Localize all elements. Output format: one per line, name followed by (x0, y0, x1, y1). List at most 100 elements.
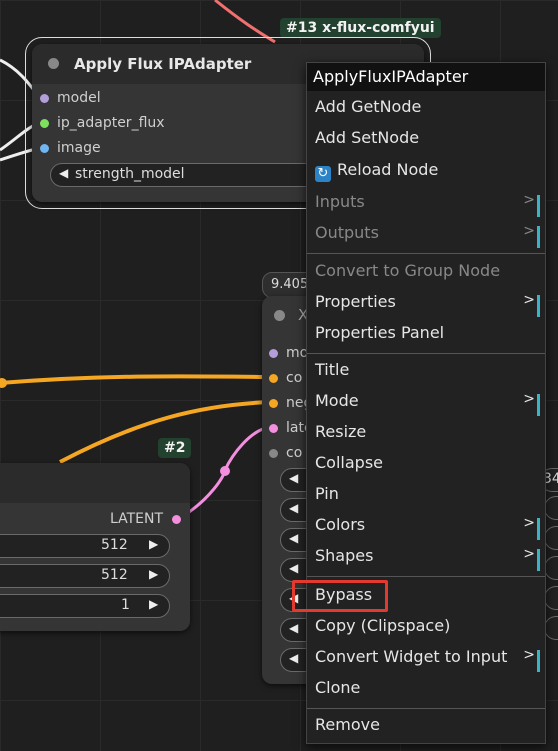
submenu-chevron-icon: > (523, 515, 535, 531)
menu-item-copy-clipspace[interactable]: Copy (Clipspace) (315, 616, 545, 644)
decrement-arrow-icon[interactable]: ◀ (289, 501, 298, 515)
slot-dot-icon[interactable] (269, 399, 278, 408)
context-menu-header: ApplyFluxIPAdapter (307, 63, 545, 91)
right-widget[interactable] (544, 556, 558, 580)
input-slot-ip-adapter[interactable]: ip_adapter_flux (40, 115, 165, 131)
right-widget[interactable] (544, 586, 558, 610)
menu-item-colors[interactable]: Colors > (315, 515, 545, 543)
submenu-indicator (537, 549, 540, 571)
submenu-indicator (537, 650, 540, 672)
node-title: Apply Flux IPAdapter (74, 55, 252, 73)
submenu-chevron-icon: > (523, 223, 535, 239)
reload-icon: ↻ (315, 166, 331, 182)
menu-item-properties[interactable]: Properties > (315, 292, 545, 320)
node-badge-apply: #13 x-flux-comfyui (280, 18, 441, 38)
menu-item-reload-node[interactable]: ↻ Reload Node (315, 160, 545, 188)
collapse-dot-icon[interactable] (274, 310, 285, 321)
menu-item-label: Resize (315, 422, 367, 441)
submenu-indicator (537, 295, 540, 317)
increment-arrow-icon[interactable]: ▶ (149, 567, 158, 581)
widget-value: 512 (101, 567, 128, 583)
menu-item-label: Clone (315, 678, 361, 697)
decrement-arrow-icon[interactable]: ◀ (289, 471, 298, 485)
menu-item-add-getnode[interactable]: Add GetNode (315, 97, 545, 125)
decrement-arrow-icon[interactable]: ◀ (289, 561, 298, 575)
slot-dot-icon[interactable] (172, 515, 181, 524)
height-widget[interactable]: 512 ▶ (0, 564, 170, 588)
context-menu[interactable]: ApplyFluxIPAdapter Add GetNode Add SetNo… (306, 62, 546, 744)
right-widget[interactable] (544, 496, 558, 520)
menu-item-add-setnode[interactable]: Add SetNode (315, 128, 545, 156)
widget-value: 512 (101, 537, 128, 553)
menu-item-convert-widget[interactable]: Convert Widget to Input > (315, 647, 545, 675)
slot-label: LATENT (110, 511, 164, 527)
menu-item-label: Mode (315, 391, 359, 410)
slot-dot-icon[interactable] (40, 119, 49, 128)
menu-item-label: Properties (315, 292, 396, 311)
menu-item-label: Convert Widget to Input (315, 647, 508, 666)
menu-item-label: Properties Panel (315, 323, 445, 342)
menu-item-convert-group-node[interactable]: Convert to Group Node (315, 261, 545, 289)
slot-dot-icon[interactable] (269, 349, 278, 358)
input-slot-positive[interactable]: co (269, 370, 303, 386)
menu-item-clone[interactable]: Clone (315, 678, 545, 706)
input-slot-model[interactable]: model (40, 90, 101, 106)
slot-label: ip_adapter_flux (57, 115, 165, 131)
slot-label: model (57, 90, 101, 106)
wire-pink-reroute (220, 466, 230, 476)
menu-separator (307, 576, 545, 577)
menu-item-resize[interactable]: Resize (315, 422, 545, 450)
menu-item-pin[interactable]: Pin (315, 484, 545, 512)
submenu-chevron-icon: > (523, 391, 535, 407)
slot-label: image (57, 140, 101, 156)
strength-model-widget[interactable]: ◀ strength_model (50, 163, 342, 187)
menu-item-properties-panel[interactable]: Properties Panel (315, 323, 545, 351)
width-widget[interactable]: 512 ▶ (0, 534, 170, 558)
menu-item-remove[interactable]: Remove (315, 715, 545, 743)
decrement-arrow-icon[interactable]: ◀ (289, 651, 298, 665)
node-title-bar[interactable] (0, 463, 190, 503)
slot-label: co (286, 370, 303, 386)
batch-widget[interactable]: 1 ▶ (0, 594, 170, 618)
output-slot-latent[interactable]: LATENT (110, 511, 181, 527)
slot-dot-icon[interactable] (40, 144, 49, 153)
menu-item-label: Collapse (315, 453, 383, 472)
decrement-arrow-icon[interactable]: ◀ (59, 166, 68, 180)
input-slot-control[interactable]: co (269, 445, 303, 461)
input-slot-image[interactable]: image (40, 140, 101, 156)
menu-separator (307, 353, 545, 354)
menu-item-label: Pin (315, 484, 339, 503)
menu-item-label: Remove (315, 715, 380, 734)
submenu-chevron-icon: > (523, 546, 535, 562)
menu-item-label: Title (315, 360, 350, 379)
right-widget[interactable] (544, 616, 558, 640)
right-widget[interactable] (544, 526, 558, 550)
menu-item-mode[interactable]: Mode > (315, 391, 545, 419)
menu-item-label: Convert to Group Node (315, 261, 501, 280)
menu-item-shapes[interactable]: Shapes > (315, 546, 545, 574)
input-slot-model[interactable]: mo (269, 345, 309, 361)
widget-value: 1 (121, 597, 130, 613)
menu-item-title[interactable]: Title (315, 360, 545, 388)
wire-orange-1 (0, 374, 271, 385)
increment-arrow-icon[interactable]: ▶ (149, 597, 158, 611)
slot-dot-icon[interactable] (269, 449, 278, 458)
menu-item-outputs[interactable]: Outputs > (315, 223, 545, 251)
decrement-arrow-icon[interactable]: ◀ (289, 531, 298, 545)
menu-item-inputs[interactable]: Inputs > (315, 192, 545, 220)
decrement-arrow-icon[interactable]: ◀ (289, 621, 298, 635)
bypass-highlight-box (292, 580, 388, 612)
increment-arrow-icon[interactable]: ▶ (149, 537, 158, 551)
slot-label: co (286, 445, 303, 461)
empty-latent-node[interactable]: LATENT 512 ▶ 512 ▶ 1 ▶ (0, 463, 190, 631)
submenu-chevron-icon: > (523, 192, 535, 208)
slot-dot-icon[interactable] (269, 424, 278, 433)
menu-item-collapse[interactable]: Collapse (315, 453, 545, 481)
wire-orange-reroute (0, 378, 7, 388)
slot-dot-icon[interactable] (269, 374, 278, 383)
slot-dot-icon[interactable] (40, 94, 49, 103)
slot-label: mo (286, 345, 309, 361)
submenu-chevron-icon: > (523, 292, 535, 308)
collapse-dot-icon[interactable] (48, 58, 59, 69)
node-badge-latent: #2 (158, 438, 192, 458)
